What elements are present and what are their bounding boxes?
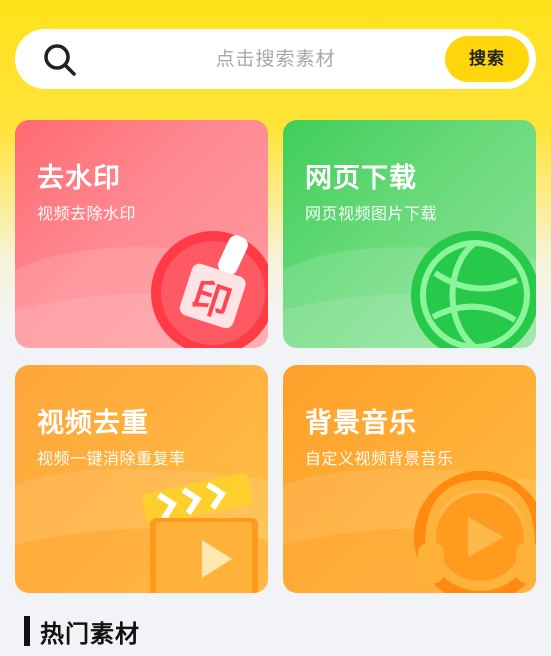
card-title: 视频去重 xyxy=(37,408,149,439)
card-web-download[interactable]: 网页下载 网页视频图片下载 xyxy=(283,120,536,348)
section-title: 热门素材 xyxy=(40,619,140,648)
search-bar[interactable]: 点击搜索素材 搜索 xyxy=(15,29,536,89)
search-button[interactable]: 搜索 xyxy=(445,36,529,82)
section-accent-bar xyxy=(24,616,30,646)
stamp-icon: 印 xyxy=(151,231,268,348)
card-title: 去水印 xyxy=(37,163,121,194)
card-video-dedup[interactable]: 视频去重 视频一键消除重复率 xyxy=(15,365,268,593)
card-title: 背景音乐 xyxy=(305,408,417,439)
card-remove-watermark[interactable]: 去水印 视频去除水印 印 xyxy=(15,120,268,348)
globe-icon xyxy=(411,231,536,348)
card-subtitle: 网页视频图片下载 xyxy=(305,204,438,223)
headphones-icon xyxy=(414,471,536,593)
card-title: 网页下载 xyxy=(305,163,417,194)
card-subtitle: 视频去除水印 xyxy=(37,204,137,223)
clapperboard-icon xyxy=(142,472,258,593)
card-background-music[interactable]: 背景音乐 自定义视频背景音乐 xyxy=(283,365,536,593)
section-header-hot-materials: 热门素材 xyxy=(24,614,140,648)
